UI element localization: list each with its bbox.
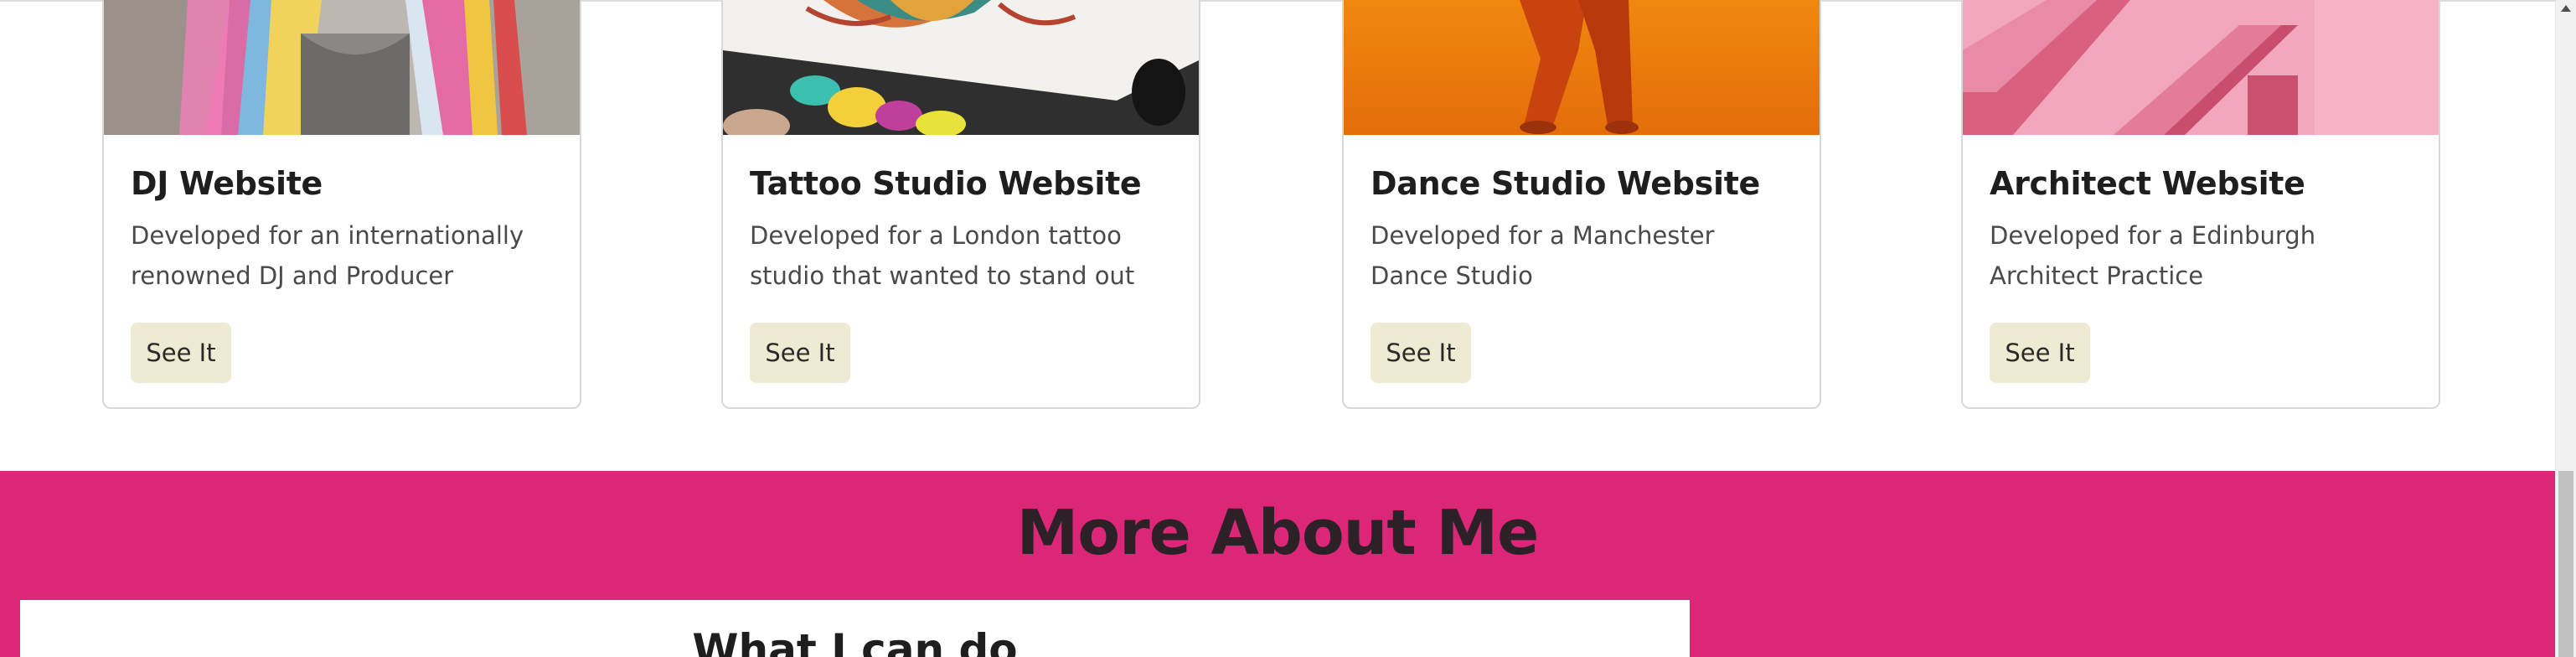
tattoo-photo-image xyxy=(723,0,1199,135)
project-description: Developed for a London tattoo studio tha… xyxy=(750,221,1135,290)
project-title: Architect Website xyxy=(1990,165,2305,202)
project-card-architect: Architect Website Developed for a Edinbu… xyxy=(1961,0,2440,409)
project-card-body: Architect Website Developed for a Edinbu… xyxy=(1990,158,2415,296)
project-title: DJ Website xyxy=(131,165,323,202)
project-card-dance: Dance Studio Website Developed for a Man… xyxy=(1342,0,1821,409)
project-description: Developed for a Manchester Dance Studio xyxy=(1371,221,1715,290)
project-card-body: Dance Studio Website Developed for a Man… xyxy=(1371,158,1796,296)
page-viewport: DJ Website Developed for an internationa… xyxy=(0,0,2555,657)
project-description: Developed for a Edinburgh Architect Prac… xyxy=(1990,221,2316,290)
project-title: Tattoo Studio Website xyxy=(750,165,1142,202)
project-title: Dance Studio Website xyxy=(1371,165,1761,202)
dance-photo-image xyxy=(1344,0,1820,135)
dj-photo-image xyxy=(104,0,580,135)
scroll-up-arrow-icon[interactable] xyxy=(2556,0,2576,17)
project-card-dj: DJ Website Developed for an internationa… xyxy=(102,0,581,409)
panel-title: What I can do xyxy=(692,625,1018,657)
what-i-can-do-panel: What I can do xyxy=(20,600,1690,657)
project-card-body: Tattoo Studio Website Developed for a Lo… xyxy=(750,158,1175,296)
more-about-me-section: More About Me What I can do xyxy=(0,471,2555,657)
project-card-tattoo: Tattoo Studio Website Developed for a Lo… xyxy=(721,0,1200,409)
scrollbar-thumb[interactable] xyxy=(2558,471,2573,657)
see-it-button-dj[interactable]: See It xyxy=(131,323,231,383)
see-it-button-architect[interactable]: See It xyxy=(1990,323,2090,383)
project-card-body: DJ Website Developed for an internationa… xyxy=(131,158,556,296)
see-it-button-dance[interactable]: See It xyxy=(1371,323,1471,383)
vertical-scrollbar[interactable] xyxy=(2555,0,2576,657)
see-it-button-tattoo[interactable]: See It xyxy=(750,323,850,383)
section-title: More About Me xyxy=(1016,497,1540,569)
architecture-photo-image xyxy=(1963,0,2439,135)
project-description: Developed for an internationally renowne… xyxy=(131,221,524,290)
